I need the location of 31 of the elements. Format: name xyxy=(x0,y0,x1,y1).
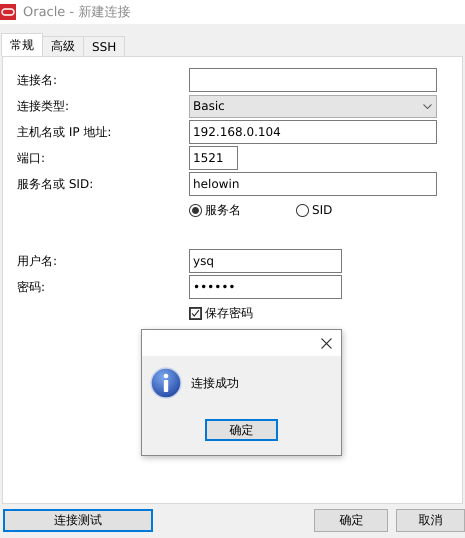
input-field[interactable]: helowin xyxy=(189,172,437,196)
input-field[interactable]: 192.168.0.104 xyxy=(189,120,437,144)
input-field[interactable]: ysq xyxy=(189,249,342,273)
input-field[interactable]: 1521 xyxy=(189,146,238,170)
input-field[interactable] xyxy=(189,68,437,92)
dropdown[interactable]: Basic xyxy=(189,94,437,118)
dialog-button[interactable]: 取消 xyxy=(396,509,465,532)
radio-button[interactable] xyxy=(189,204,202,216)
dialog-message: 连接成功 xyxy=(191,374,239,392)
field-label: 连接名: xyxy=(16,72,58,88)
dialog-button[interactable]: 确定 xyxy=(314,509,388,532)
radio-label[interactable]: 服务名 xyxy=(205,202,241,218)
dialog-button[interactable]: 连接测试 xyxy=(3,509,154,532)
field-label: 连接类型: xyxy=(16,98,70,114)
window-title: Oracle - 新建连接 xyxy=(23,4,130,21)
checkbox-label[interactable]: 保存密码 xyxy=(205,304,253,322)
field-label: 密码: xyxy=(16,278,46,296)
info-icon xyxy=(150,367,182,399)
chevron-down-icon xyxy=(423,104,432,108)
field-label: 端口: xyxy=(16,150,46,166)
radio-label[interactable]: SID xyxy=(312,203,332,217)
radio-button[interactable] xyxy=(296,204,309,216)
tab[interactable]: 常规 xyxy=(1,33,43,56)
field-label: 服务名或 SID: xyxy=(16,176,94,192)
ok-button[interactable]: 确定 xyxy=(205,419,278,441)
field-label: 主机名或 IP 地址: xyxy=(16,124,112,140)
field-label: 用户名: xyxy=(16,252,58,270)
close-icon[interactable] xyxy=(321,338,332,348)
input-field[interactable]: •••••• xyxy=(189,275,342,299)
tab[interactable]: SSH xyxy=(83,36,126,56)
checkbox[interactable] xyxy=(189,306,202,320)
